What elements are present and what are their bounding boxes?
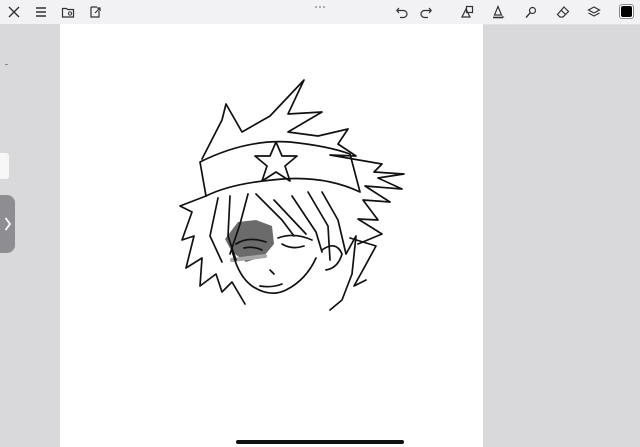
eraser-icon[interactable] [554,3,572,21]
shape-icon[interactable] [458,3,476,21]
current-color-swatch [621,6,632,17]
shade-stripe [230,254,267,262]
more-options-icon[interactable] [311,2,329,12]
pen-icon[interactable] [489,3,507,21]
color-picker-button[interactable] [619,4,634,19]
sidebar-toggle-button[interactable] [0,195,15,253]
ear [321,245,343,271]
sketch-artwork [179,79,405,311]
chevron-right-icon [4,217,11,231]
brush-icon[interactable] [522,3,540,21]
brush-size-slider[interactable] [0,153,9,179]
redo-icon[interactable] [417,3,435,21]
right-eye [277,234,313,249]
sidebar-mark [5,64,8,65]
home-indicator[interactable] [236,440,404,444]
nose-mouth [259,269,283,288]
menu-icon[interactable] [32,3,50,21]
close-icon[interactable] [5,3,23,21]
layers-icon[interactable] [585,3,603,21]
hair-spikes-top [201,79,405,245]
gallery-icon[interactable] [59,3,77,21]
top-toolbar [0,0,640,25]
export-icon[interactable] [86,3,104,21]
undo-icon[interactable] [393,3,411,21]
drawing-canvas[interactable] [60,24,483,447]
star-emblem [254,141,298,182]
